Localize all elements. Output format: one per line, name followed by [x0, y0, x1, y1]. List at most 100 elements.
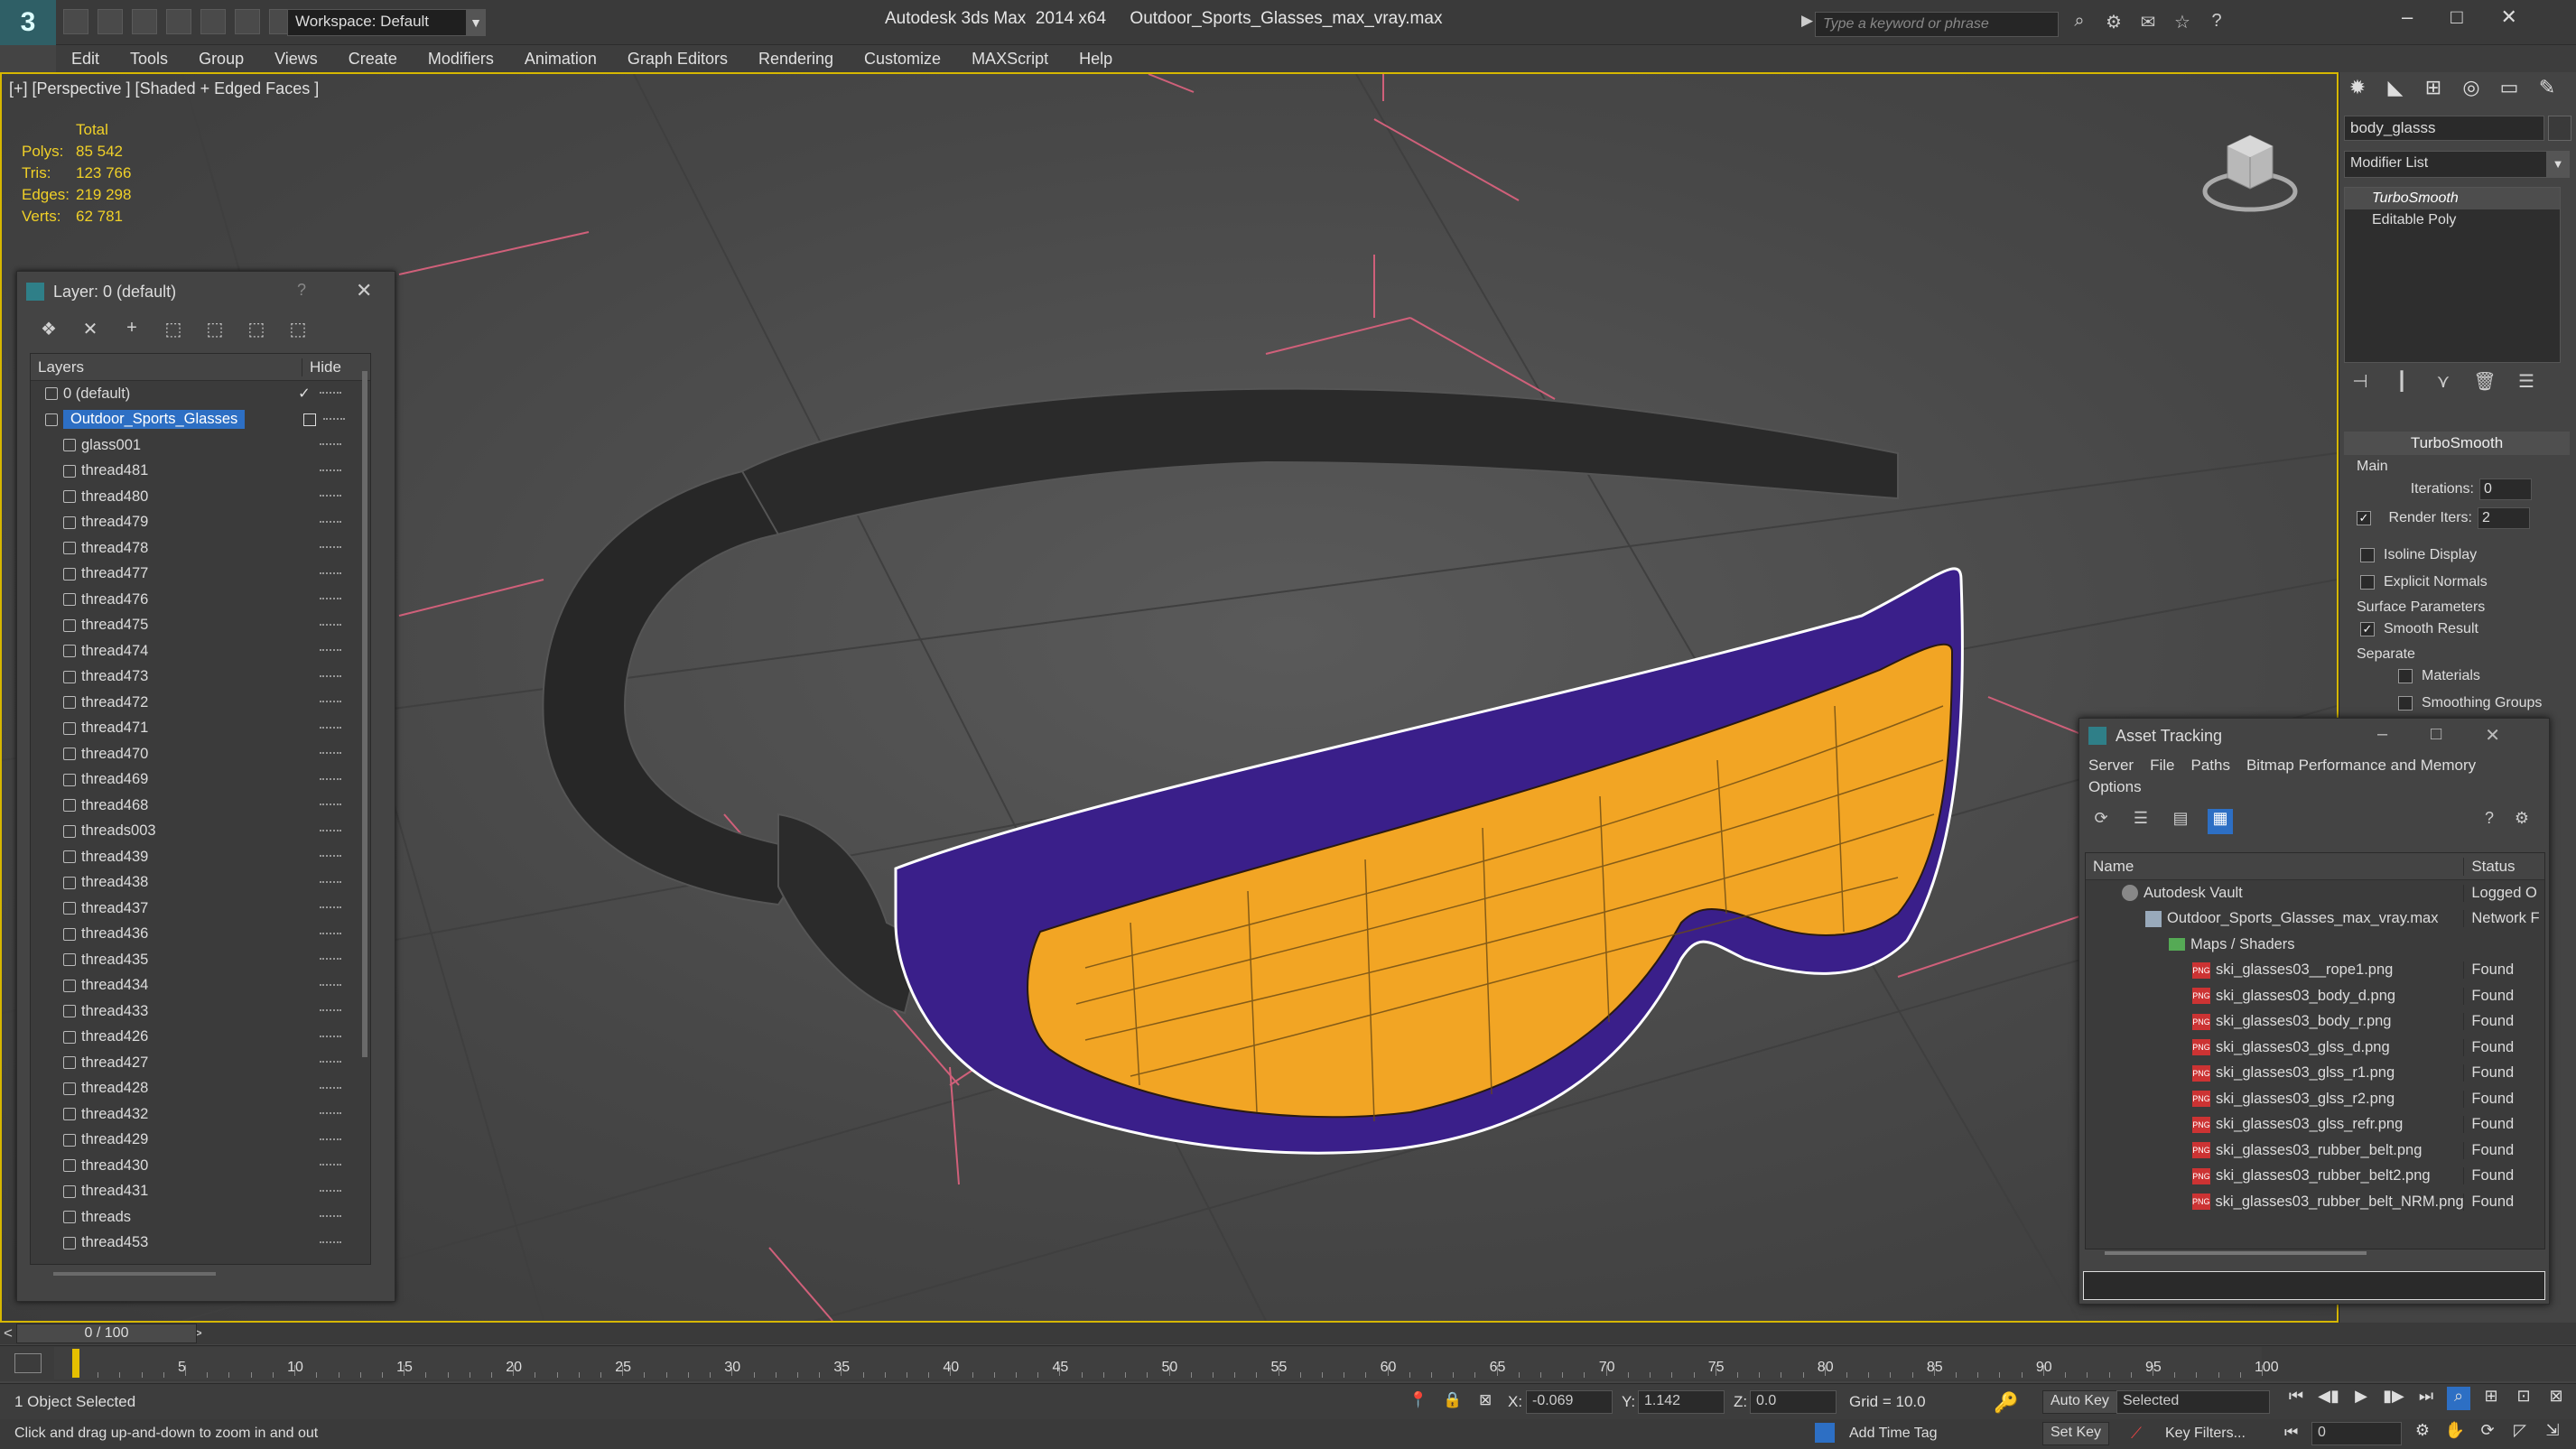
asset-row[interactable]: Outdoor_Sports_Glasses_max_vray.max Netwo…: [2086, 906, 2544, 933]
hide-toggle[interactable]: [320, 623, 341, 627]
settings-icon[interactable]: ⚙: [2509, 809, 2534, 834]
previous-frame-icon[interactable]: ◀▮: [2317, 1387, 2340, 1410]
configure-sets-icon[interactable]: ☰: [2514, 370, 2539, 395]
pan-icon[interactable]: ✋: [2443, 1421, 2467, 1444]
hide-toggle[interactable]: [320, 906, 341, 910]
hide-toggle[interactable]: [320, 1086, 341, 1091]
minimize-icon[interactable]: –: [2402, 5, 2413, 29]
pin-stack-icon[interactable]: ⊣: [2348, 370, 2373, 395]
close-icon[interactable]: ✕: [2485, 724, 2500, 747]
object-row[interactable]: thread468: [31, 793, 370, 819]
new-icon[interactable]: [63, 9, 88, 34]
hide-toggle[interactable]: [323, 417, 345, 422]
object-row[interactable]: thread475: [31, 613, 370, 639]
menu-group[interactable]: Group: [183, 50, 259, 69]
fov-icon[interactable]: ◸: [2508, 1421, 2532, 1444]
hide-toggle[interactable]: [320, 1061, 341, 1064]
make-current-box-icon[interactable]: [303, 413, 316, 426]
hide-toggle[interactable]: [320, 1112, 341, 1116]
list-view-icon[interactable]: ☰: [2128, 809, 2153, 834]
menu-maxscript[interactable]: MAXScript: [956, 50, 1064, 69]
walk-icon[interactable]: ⇲: [2541, 1421, 2564, 1444]
minimize-icon[interactable]: –: [2377, 724, 2387, 747]
hide-toggle[interactable]: [320, 1138, 341, 1142]
object-row[interactable]: thread427: [31, 1050, 370, 1076]
delete-layer-icon[interactable]: ✕: [79, 318, 102, 341]
current-frame-marker[interactable]: [72, 1349, 79, 1378]
next-frame-icon[interactable]: ▮▶: [2382, 1387, 2405, 1410]
maximize-viewport-icon[interactable]: ⊠: [2544, 1387, 2568, 1410]
rollout-header[interactable]: TurboSmooth: [2344, 432, 2570, 455]
isolate-icon[interactable]: 📍: [1409, 1391, 1427, 1409]
x-coordinate-field[interactable]: -0.069: [1526, 1390, 1613, 1414]
hide-toggle[interactable]: [320, 829, 341, 833]
hide-toggle[interactable]: [320, 1215, 341, 1219]
object-row[interactable]: thread480: [31, 484, 370, 510]
search-input[interactable]: Type a keyword or phrase: [1815, 12, 2059, 37]
viewport-label[interactable]: [+] [Perspective ] [Shaded + Edged Faces…: [9, 79, 319, 98]
remove-modifier-icon[interactable]: 🗑: [2472, 370, 2497, 395]
zoom-icon[interactable]: ⌕: [2447, 1387, 2470, 1410]
menu-file[interactable]: File: [2150, 757, 2174, 775]
hide-toggle[interactable]: [320, 958, 341, 961]
chevron-down-icon[interactable]: ▼: [2546, 151, 2570, 178]
asset-row[interactable]: PNG ski_glasses03__rope1.png Found: [2086, 958, 2544, 984]
object-row[interactable]: thread472: [31, 690, 370, 716]
hide-toggle[interactable]: [320, 649, 341, 653]
maximize-icon[interactable]: □: [2431, 724, 2441, 747]
time-slider[interactable]: 0 / 100: [16, 1324, 197, 1343]
modifier-list-dropdown[interactable]: Modifier List: [2344, 151, 2561, 178]
hide-toggle[interactable]: [320, 983, 341, 988]
horizontal-scrollbar[interactable]: [53, 1272, 216, 1276]
prev-frame-icon[interactable]: <: [4, 1324, 13, 1342]
object-row[interactable]: thread481: [31, 459, 370, 485]
materials-checkbox[interactable]: [2398, 669, 2413, 683]
object-row[interactable]: thread429: [31, 1128, 370, 1154]
asset-row[interactable]: PNG ski_glasses03_glss_r2.png Found: [2086, 1086, 2544, 1112]
object-row[interactable]: thread433: [31, 999, 370, 1025]
time-tag-icon[interactable]: [1815, 1423, 1835, 1443]
menu-options[interactable]: Options: [2079, 778, 2549, 803]
menu-paths[interactable]: Paths: [2190, 757, 2229, 775]
menu-views[interactable]: Views: [259, 50, 333, 69]
add-time-tag-button[interactable]: Add Time Tag: [1849, 1426, 1938, 1442]
asset-row[interactable]: Maps / Shaders: [2086, 932, 2544, 958]
object-row[interactable]: thread478: [31, 535, 370, 562]
communication-icon[interactable]: ✉: [2136, 11, 2160, 34]
freeze-all-icon[interactable]: ⬚: [286, 318, 310, 341]
help-icon[interactable]: ?: [2205, 11, 2228, 34]
object-row[interactable]: thread479: [31, 510, 370, 536]
add-to-layer-icon[interactable]: +: [120, 318, 144, 341]
menu-graph-editors[interactable]: Graph Editors: [612, 50, 743, 69]
hide-toggle[interactable]: [320, 880, 341, 885]
layer-panel-titlebar[interactable]: Layer: 0 (default) ? ✕: [17, 272, 395, 311]
object-row[interactable]: thread438: [31, 870, 370, 896]
key-mode-icon[interactable]: ⏮: [2284, 1424, 2298, 1442]
object-color-swatch[interactable]: [2548, 116, 2571, 141]
object-row[interactable]: thread430: [31, 1153, 370, 1179]
object-name-field[interactable]: body_glasss: [2344, 116, 2544, 141]
table-view-icon[interactable]: ▦: [2208, 809, 2233, 834]
hide-toggle[interactable]: [320, 855, 341, 859]
horizontal-scrollbar[interactable]: [2105, 1251, 2367, 1255]
object-row[interactable]: thread473: [31, 664, 370, 691]
play-icon[interactable]: ▶: [2349, 1387, 2373, 1410]
zoom-extents-icon[interactable]: ⊡: [2512, 1387, 2535, 1410]
thumbnail-view-icon[interactable]: ▤: [2168, 809, 2193, 834]
hide-toggle[interactable]: [320, 1009, 341, 1013]
hide-toggle[interactable]: [320, 392, 341, 395]
hide-toggle[interactable]: [320, 726, 341, 730]
object-row[interactable]: thread426: [31, 1025, 370, 1051]
object-row[interactable]: threads: [31, 1204, 370, 1231]
asset-row[interactable]: PNG ski_glasses03_rubber_belt_NRM.png Foun…: [2086, 1189, 2544, 1215]
help-icon[interactable]: ?: [297, 281, 306, 300]
menu-help[interactable]: Help: [1064, 50, 1128, 69]
object-row[interactable]: thread436: [31, 922, 370, 948]
highlight-layer-icon[interactable]: ⬚: [203, 318, 227, 341]
maximize-icon[interactable]: □: [2450, 5, 2462, 29]
object-row[interactable]: thread471: [31, 716, 370, 742]
hide-toggle[interactable]: [320, 571, 341, 576]
absolute-mode-icon[interactable]: ⊠: [1479, 1391, 1492, 1409]
show-end-result-icon[interactable]: ┃: [2389, 370, 2414, 395]
time-config-icon[interactable]: ⚙: [2411, 1421, 2434, 1444]
